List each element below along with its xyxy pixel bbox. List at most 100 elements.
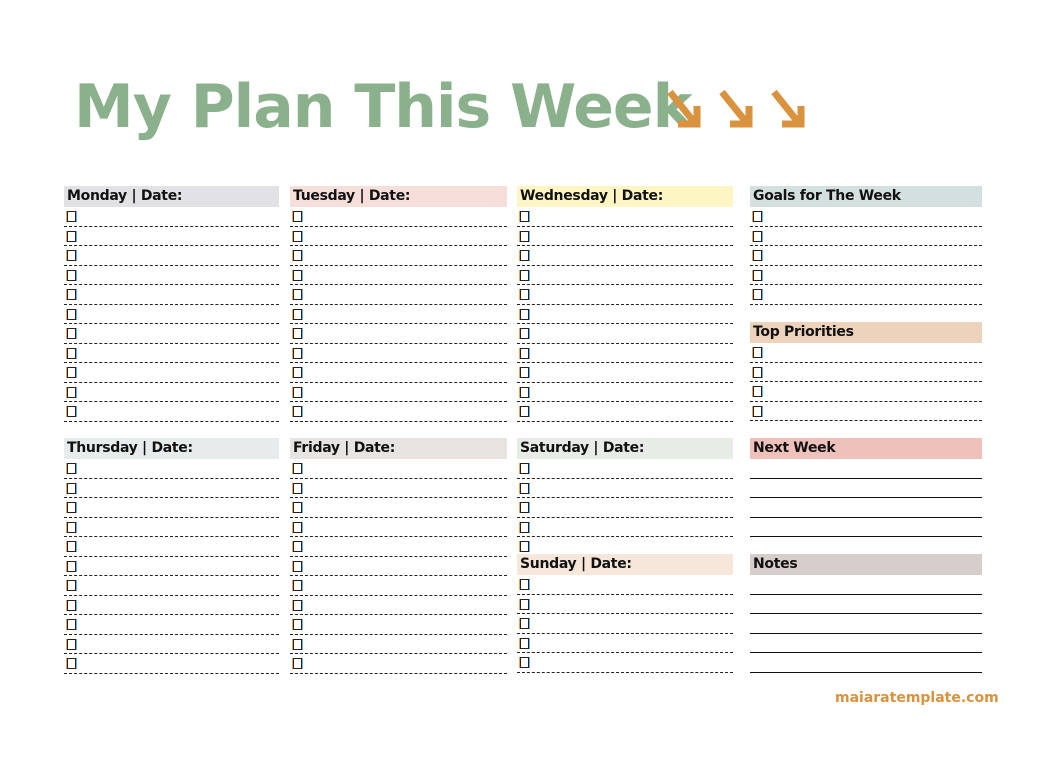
task-row[interactable] <box>290 402 507 422</box>
checkbox-icon[interactable] <box>753 405 762 417</box>
task-row[interactable] <box>517 595 733 614</box>
checkbox-icon[interactable] <box>67 230 76 242</box>
task-row[interactable] <box>517 575 733 595</box>
checkbox-icon[interactable] <box>67 521 76 533</box>
task-row[interactable] <box>290 227 507 246</box>
checkbox-icon[interactable] <box>753 269 762 281</box>
task-row[interactable] <box>64 402 279 422</box>
checkbox-icon[interactable] <box>293 289 302 300</box>
task-row[interactable] <box>290 479 507 498</box>
checkbox-icon[interactable] <box>67 502 76 513</box>
checkbox-icon[interactable] <box>67 599 76 611</box>
task-row[interactable] <box>290 207 507 227</box>
task-row[interactable] <box>517 246 733 266</box>
task-row[interactable] <box>517 634 733 653</box>
checkbox-icon[interactable] <box>520 386 529 398</box>
task-row[interactable] <box>517 363 733 383</box>
task-row[interactable] <box>64 344 279 363</box>
task-row[interactable] <box>64 266 279 285</box>
checkbox-icon[interactable] <box>293 463 302 474</box>
checkbox-icon[interactable] <box>293 482 302 494</box>
task-row[interactable] <box>750 285 982 305</box>
checkbox-icon[interactable] <box>520 269 529 281</box>
checkbox-icon[interactable] <box>520 598 529 610</box>
task-row[interactable] <box>64 324 279 344</box>
writing-line[interactable] <box>750 575 982 595</box>
task-row[interactable] <box>64 246 279 266</box>
task-row[interactable] <box>290 498 507 518</box>
checkbox-icon[interactable] <box>520 211 529 222</box>
checkbox-icon[interactable] <box>67 386 76 398</box>
task-row[interactable] <box>750 363 982 382</box>
task-row[interactable] <box>64 635 279 654</box>
task-row[interactable] <box>750 382 982 402</box>
task-row[interactable] <box>517 285 733 305</box>
task-row[interactable] <box>517 324 733 344</box>
checkbox-icon[interactable] <box>520 657 529 668</box>
checkbox-icon[interactable] <box>293 347 302 359</box>
checkbox-icon[interactable] <box>293 386 302 398</box>
checkbox-icon[interactable] <box>67 269 76 281</box>
checkbox-icon[interactable] <box>293 599 302 611</box>
checkbox-icon[interactable] <box>520 328 529 339</box>
task-row[interactable] <box>290 266 507 285</box>
task-row[interactable] <box>750 402 982 421</box>
task-row[interactable] <box>750 343 982 363</box>
task-row[interactable] <box>517 479 733 498</box>
checkbox-icon[interactable] <box>520 230 529 242</box>
checkbox-icon[interactable] <box>293 269 302 281</box>
checkbox-icon[interactable] <box>67 482 76 494</box>
checkbox-icon[interactable] <box>293 328 302 339</box>
task-row[interactable] <box>64 615 279 635</box>
checkbox-icon[interactable] <box>520 289 529 300</box>
checkbox-icon[interactable] <box>520 579 529 590</box>
task-row[interactable] <box>517 498 733 518</box>
checkbox-icon[interactable] <box>293 638 302 650</box>
checkbox-icon[interactable] <box>67 658 76 669</box>
task-row[interactable] <box>64 383 279 402</box>
writing-line[interactable] <box>750 479 982 498</box>
task-row[interactable] <box>64 285 279 305</box>
task-row[interactable] <box>290 576 507 596</box>
task-row[interactable] <box>64 537 279 557</box>
checkbox-icon[interactable] <box>293 658 302 669</box>
checkbox-icon[interactable] <box>67 580 76 591</box>
task-row[interactable] <box>517 305 733 324</box>
checkbox-icon[interactable] <box>753 386 762 397</box>
checkbox-icon[interactable] <box>67 638 76 650</box>
checkbox-icon[interactable] <box>293 211 302 222</box>
checkbox-icon[interactable] <box>753 289 762 300</box>
checkbox-icon[interactable] <box>520 637 529 649</box>
task-row[interactable] <box>64 518 279 537</box>
checkbox-icon[interactable] <box>753 211 762 222</box>
task-row[interactable] <box>290 518 507 537</box>
checkbox-icon[interactable] <box>293 250 302 261</box>
task-row[interactable] <box>750 266 982 285</box>
task-row[interactable] <box>517 266 733 285</box>
task-row[interactable] <box>517 383 733 402</box>
checkbox-icon[interactable] <box>520 347 529 359</box>
checkbox-icon[interactable] <box>67 619 76 630</box>
task-row[interactable] <box>64 596 279 615</box>
writing-line[interactable] <box>750 518 982 537</box>
task-row[interactable] <box>64 459 279 479</box>
task-row[interactable] <box>290 596 507 615</box>
task-row[interactable] <box>517 653 733 673</box>
task-row[interactable] <box>290 363 507 383</box>
task-row[interactable] <box>64 363 279 383</box>
checkbox-icon[interactable] <box>293 580 302 591</box>
checkbox-icon[interactable] <box>67 463 76 474</box>
checkbox-icon[interactable] <box>520 541 529 552</box>
checkbox-icon[interactable] <box>293 619 302 630</box>
task-row[interactable] <box>750 207 982 227</box>
checkbox-icon[interactable] <box>753 230 762 242</box>
writing-line[interactable] <box>750 498 982 518</box>
task-row[interactable] <box>64 207 279 227</box>
task-row[interactable] <box>750 227 982 246</box>
task-row[interactable] <box>290 557 507 576</box>
task-row[interactable] <box>64 227 279 246</box>
task-row[interactable] <box>517 344 733 363</box>
checkbox-icon[interactable] <box>293 541 302 552</box>
checkbox-icon[interactable] <box>293 230 302 242</box>
task-row[interactable] <box>517 227 733 246</box>
